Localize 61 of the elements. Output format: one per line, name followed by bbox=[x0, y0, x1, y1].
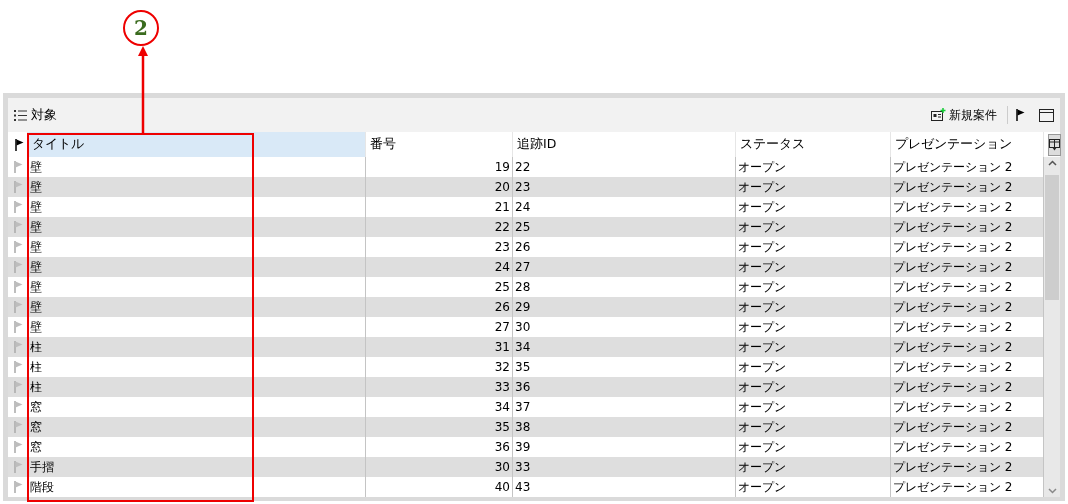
table-cell: オープン bbox=[736, 297, 891, 317]
table-cell: 30 bbox=[366, 457, 513, 477]
table-cell: 24 bbox=[366, 257, 513, 277]
table-cell: 40 bbox=[366, 477, 513, 497]
column-header[interactable]: プレゼンテーション bbox=[891, 132, 1044, 157]
table-cell: 壁 bbox=[28, 177, 366, 197]
table-cell: プレゼンテーション 2 bbox=[891, 217, 1044, 237]
column-header[interactable]: 追跡ID bbox=[513, 132, 736, 157]
table-cell: 31 bbox=[366, 337, 513, 357]
scroll-up-icon[interactable] bbox=[1047, 160, 1057, 166]
table-cell: 柱 bbox=[28, 337, 366, 357]
table-cell: オープン bbox=[736, 337, 891, 357]
table-cell: 27 bbox=[513, 257, 736, 277]
table-cell: プレゼンテーション 2 bbox=[891, 257, 1044, 277]
window-icon[interactable] bbox=[1039, 108, 1054, 122]
table-cell: オープン bbox=[736, 257, 891, 277]
column-header[interactable]: タイトル bbox=[28, 132, 366, 157]
table-cell: オープン bbox=[736, 457, 891, 477]
table-cell: 29 bbox=[513, 297, 736, 317]
table-cell: プレゼンテーション 2 bbox=[891, 457, 1044, 477]
table-cell: プレゼンテーション 2 bbox=[891, 417, 1044, 437]
table-cell: 20 bbox=[366, 177, 513, 197]
step-number-badge: 2 bbox=[123, 10, 159, 46]
panel-title: 対象 bbox=[31, 106, 57, 124]
table-cell: 43 bbox=[513, 477, 736, 497]
table-cell: プレゼンテーション 2 bbox=[891, 337, 1044, 357]
scroll-down-icon[interactable] bbox=[1047, 488, 1057, 494]
table-cell: 22 bbox=[366, 217, 513, 237]
table-cell: 36 bbox=[513, 377, 736, 397]
table-cell: 35 bbox=[366, 417, 513, 437]
table-cell: 33 bbox=[366, 377, 513, 397]
table-cell: 手摺 bbox=[28, 457, 366, 477]
table-cell: 階段 bbox=[28, 477, 366, 497]
column-header[interactable]: ステータス bbox=[736, 132, 891, 157]
table-cell: 34 bbox=[513, 337, 736, 357]
table-cell: 23 bbox=[513, 177, 736, 197]
list-icon bbox=[14, 109, 27, 121]
table-cell: オープン bbox=[736, 177, 891, 197]
table-cell: プレゼンテーション 2 bbox=[891, 177, 1044, 197]
table-cell: オープン bbox=[736, 417, 891, 437]
scrollbar[interactable] bbox=[1044, 157, 1060, 497]
add-card-icon bbox=[931, 108, 946, 122]
flag-icon[interactable] bbox=[1016, 109, 1025, 121]
table-cell: オープン bbox=[736, 217, 891, 237]
flag-icon[interactable] bbox=[15, 138, 24, 151]
table-cell: 壁 bbox=[28, 217, 366, 237]
table-cell: 26 bbox=[366, 297, 513, 317]
column-header[interactable]: 番号 bbox=[366, 132, 513, 157]
table-cell: プレゼンテーション 2 bbox=[891, 377, 1044, 397]
column-chooser-button[interactable] bbox=[1047, 133, 1061, 156]
table-cell: 33 bbox=[513, 457, 736, 477]
table-cell: 壁 bbox=[28, 257, 366, 277]
table-cell: 窓 bbox=[28, 417, 366, 437]
new-issue-button[interactable]: 新規案件 bbox=[929, 106, 999, 124]
table-cell: 25 bbox=[513, 217, 736, 237]
table-cell: オープン bbox=[736, 477, 891, 497]
table-cell: 壁 bbox=[28, 297, 366, 317]
table-cell: プレゼンテーション 2 bbox=[891, 297, 1044, 317]
table-cell: 柱 bbox=[28, 377, 366, 397]
table-cell: 38 bbox=[513, 417, 736, 437]
table-cell: オープン bbox=[736, 377, 891, 397]
